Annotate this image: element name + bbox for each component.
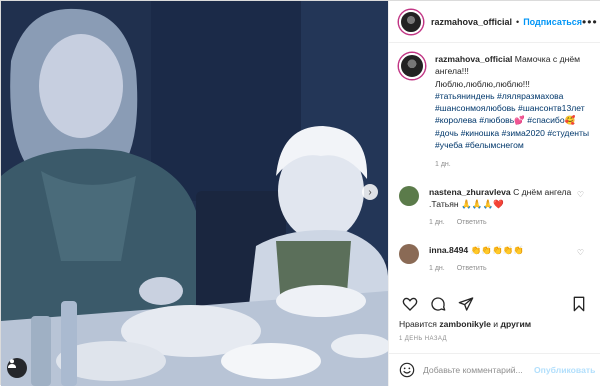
comment-item: inna.8494 👏👏👏👏👏 1 дн. Ответить ♡ — [399, 243, 590, 276]
heart-icon — [402, 297, 418, 311]
caption-avatar[interactable] — [399, 53, 425, 79]
author-avatar[interactable] — [399, 9, 423, 34]
comment-icon — [431, 297, 446, 311]
publish-button[interactable]: Опубликовать — [534, 365, 595, 375]
reply-button[interactable]: Ответить — [457, 265, 487, 272]
like-button[interactable] — [399, 293, 421, 315]
likes-user[interactable]: zambonikyle — [439, 319, 491, 329]
comment-item: nastena_zhuravleva С днём ангела .Татьян… — [399, 185, 590, 230]
save-button[interactable] — [568, 293, 590, 315]
comment-username[interactable]: nastena_zhuravleva — [429, 187, 511, 197]
next-photo-button[interactable]: › — [362, 184, 378, 200]
likes-line: Нравится zambonikyle и другим — [399, 319, 531, 329]
caption-time: 1 дн. — [435, 161, 451, 169]
commenter-avatar[interactable] — [399, 243, 419, 264]
post-header: razmahova_official • Подписаться ••• — [389, 1, 600, 43]
author-username[interactable]: razmahova_official — [431, 17, 512, 27]
instagram-post-modal: › razmahova_official • Подписаться ••• r… — [0, 0, 600, 386]
bookmark-icon — [573, 296, 585, 312]
comment-button[interactable] — [427, 293, 449, 315]
comment-input[interactable] — [423, 365, 534, 375]
comment-body: inna.8494 👏👏👏👏👏 1 дн. Ответить — [429, 244, 590, 276]
comment-like-heart-icon[interactable]: ♡ — [577, 190, 584, 199]
comment-like-heart-icon[interactable]: ♡ — [577, 248, 584, 257]
likes-others[interactable]: другим — [501, 319, 532, 329]
chevron-right-icon: › — [368, 186, 372, 198]
smile-icon[interactable] — [399, 362, 415, 378]
comment-meta: 1 дн. Ответить — [429, 263, 590, 275]
comment-username[interactable]: inna.8494 — [429, 245, 468, 255]
photo-illustration — [1, 1, 388, 386]
action-bar — [399, 293, 590, 315]
share-button[interactable] — [455, 293, 477, 315]
tagged-users-button[interactable] — [7, 358, 27, 378]
post-date[interactable]: 1 день назад — [399, 336, 447, 342]
comment-meta: 1 дн. Ответить — [429, 217, 590, 229]
caption-username[interactable]: razmahova_official — [435, 54, 512, 64]
post-photo[interactable]: › — [1, 1, 388, 386]
share-icon — [458, 297, 474, 311]
comment-time: 1 дн. — [429, 264, 445, 272]
caption: razmahova_official Мамочка с днём ангела… — [399, 53, 590, 172]
comment-body: nastena_zhuravleva С днём ангела .Татьян… — [429, 186, 590, 230]
comment-text: 👏👏👏👏👏 — [470, 244, 525, 255]
comment-time: 1 дн. — [429, 219, 445, 227]
follow-button[interactable]: Подписаться — [523, 17, 582, 27]
separator-dot: • — [516, 16, 520, 27]
caption-line2: Люблю,люблю,люблю!!! — [435, 78, 530, 89]
likes-middle: и — [493, 319, 499, 329]
likes-prefix: Нравится — [399, 319, 437, 329]
caption-body: razmahova_official Мамочка с днём ангела… — [435, 53, 590, 172]
add-comment-bar: Опубликовать — [389, 353, 600, 386]
caption-hashtags[interactable]: #татьяниндень #ляляразмахова #шансонмоял… — [435, 91, 589, 150]
reply-button[interactable]: Ответить — [457, 219, 487, 226]
more-icon[interactable]: ••• — [582, 15, 598, 29]
user-icon — [8, 359, 16, 368]
post-side-panel: razmahova_official • Подписаться ••• raz… — [388, 1, 600, 386]
comments-list: razmahova_official Мамочка с днём ангела… — [389, 53, 600, 275]
commenter-avatar[interactable] — [399, 185, 419, 206]
